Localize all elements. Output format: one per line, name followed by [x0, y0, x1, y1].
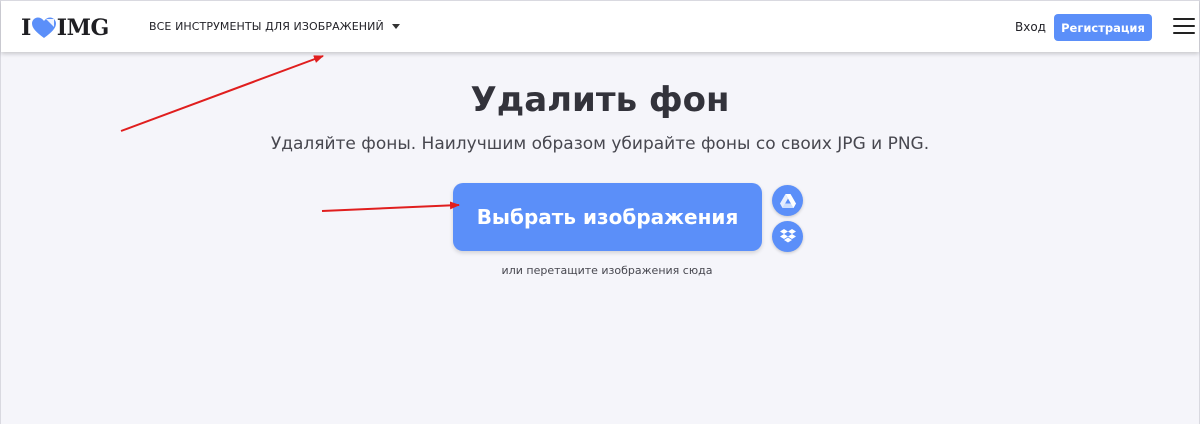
google-drive-button[interactable] — [772, 185, 803, 216]
register-button[interactable]: Регистрация — [1054, 14, 1152, 41]
all-tools-dropdown[interactable]: ВСЕ ИНСТРУМЕНТЫ ДЛЯ ИЗОБРАЖЕНИЙ — [149, 20, 400, 33]
iloveimg-logo[interactable]: I IMG — [21, 15, 109, 41]
top-header: I IMG ВСЕ ИНСТРУМЕНТЫ ДЛЯ ИЗОБРАЖЕНИЙ Вх… — [1, 0, 1199, 52]
caret-down-icon — [391, 24, 400, 29]
annotation-arrow-to-select-button — [321, 201, 460, 212]
page: I IMG ВСЕ ИНСТРУМЕНТЫ ДЛЯ ИЗОБРАЖЕНИЙ Вх… — [0, 0, 1200, 424]
google-drive-icon — [779, 193, 796, 208]
login-link[interactable]: Вход — [1015, 20, 1046, 34]
logo-text-img: IMG — [56, 15, 109, 41]
drag-drop-hint: или перетащите изображения сюда — [501, 264, 713, 277]
logo-text-i: I — [21, 15, 31, 41]
dropbox-icon — [779, 229, 796, 243]
select-images-button[interactable]: Выбрать изображения — [453, 183, 762, 251]
hamburger-menu-icon[interactable] — [1173, 18, 1195, 36]
page-title: Удалить фон — [470, 80, 730, 120]
dropbox-button[interactable] — [772, 221, 803, 252]
heart-icon — [31, 17, 56, 38]
all-tools-label: ВСЕ ИНСТРУМЕНТЫ ДЛЯ ИЗОБРАЖЕНИЙ — [149, 20, 384, 33]
page-subtitle: Удаляйте фоны. Наилучшим образом убирайт… — [270, 134, 930, 154]
